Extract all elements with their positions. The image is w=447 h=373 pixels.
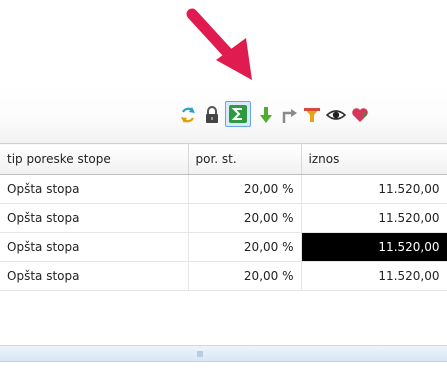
cell-stopa[interactable]: 20,00 % [188,261,302,291]
sum-button[interactable] [225,101,251,127]
table-row[interactable]: Opšta stopa 20,00 % 11.520,00 [0,261,447,291]
cell-stopa[interactable]: 20,00 % [188,174,302,204]
table-row[interactable]: Opšta stopa 20,00 % 11.520,00 [0,232,447,262]
cell-iznos[interactable]: 11.520,00 [301,261,447,291]
column-header-iznos[interactable]: iznos [301,143,447,175]
cell-stopa[interactable]: 20,00 % [188,232,302,262]
cell-tip[interactable]: Opšta stopa [0,232,189,262]
tax-table: tip poreske stope por. st. iznos Opšta s… [0,143,447,291]
cell-tip[interactable]: Opšta stopa [0,174,189,204]
cell-stopa[interactable]: 20,00 % [188,203,302,233]
scrollbar-grip[interactable] [197,351,203,357]
cell-tip[interactable]: Opšta stopa [0,203,189,233]
refresh-icon[interactable] [178,105,198,125]
eye-icon[interactable] [326,105,346,125]
cell-iznos-selected[interactable]: 11.520,00 [301,232,447,262]
heart-icon[interactable] [350,105,370,125]
cell-tip[interactable]: Opšta stopa [0,261,189,291]
table-row[interactable]: Opšta stopa 20,00 % 11.520,00 [0,203,447,233]
cell-iznos[interactable]: 11.520,00 [301,174,447,204]
download-arrow-icon[interactable] [256,105,276,125]
column-header-stopa[interactable]: por. st. [188,143,302,175]
pointer-arrow [186,8,252,80]
redirect-arrow-icon[interactable] [279,105,299,125]
table-row[interactable]: Opšta stopa 20,00 % 11.520,00 [0,174,447,204]
toolbar [0,85,447,143]
horizontal-scrollbar[interactable] [0,345,447,362]
column-header-tip[interactable]: tip poreske stope [0,143,189,175]
cell-iznos[interactable]: 11.520,00 [301,203,447,233]
sum-icon [229,105,247,123]
lock-icon[interactable] [202,105,222,125]
table-header-row: tip poreske stope por. st. iznos [0,143,447,175]
filter-icon[interactable] [302,105,322,125]
